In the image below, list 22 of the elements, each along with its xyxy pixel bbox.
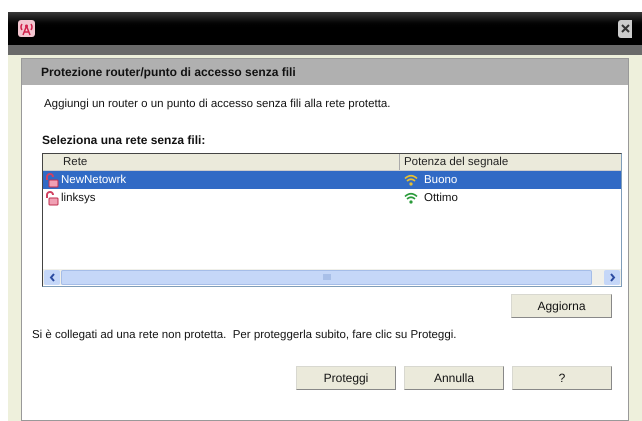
column-header[interactable]: Potenza del segnale [400, 154, 621, 170]
refresh-button[interactable]: Aggiorna [511, 294, 612, 318]
column-header[interactable]: Rete [43, 154, 400, 170]
signal-strength: Ottimo [424, 190, 458, 206]
network-row[interactable]: NewNetowrk Buono [43, 171, 621, 190]
scroll-left-icon[interactable] [44, 270, 60, 285]
scroll-right-icon[interactable] [604, 270, 620, 285]
dialog-button[interactable]: Proteggi [296, 366, 396, 390]
network-name: NewNetowrk [61, 172, 126, 188]
panel-title: Protezione router/punto di accesso senza fili [41, 64, 296, 81]
close-icon [620, 24, 630, 33]
dialog-button[interactable]: ? [512, 366, 612, 390]
unlocked-padlock-icon [44, 172, 59, 188]
unlocked-padlock-icon [44, 190, 59, 206]
dialog-button[interactable]: Annulla [404, 366, 504, 390]
list-label: Seleziona una rete senza fili: [42, 132, 206, 150]
network-name: linksys [61, 190, 96, 206]
close-button[interactable] [618, 20, 632, 38]
intro-text: Aggiungi un router o un punto di accesso senza fili alla rete protetta. [44, 97, 392, 112]
signal-strength: Buono [424, 172, 458, 188]
antenna-icon [18, 20, 35, 37]
status-message: Si è collegati ad una rete non protetta. Per proteggerla subito, fare clic su Proteggi. [32, 328, 458, 344]
